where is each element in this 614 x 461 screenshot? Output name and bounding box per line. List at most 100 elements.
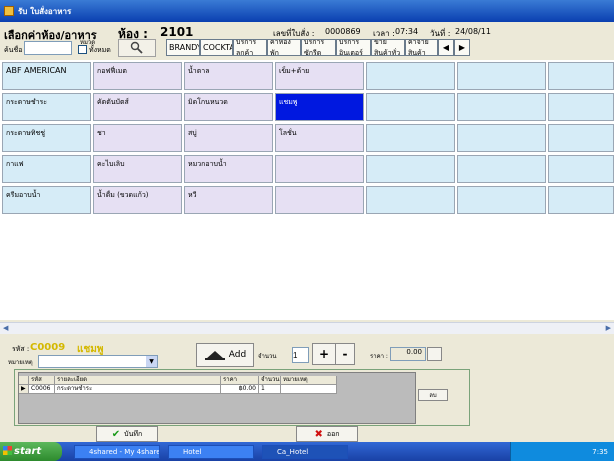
item-cell[interactable]	[366, 124, 455, 152]
item-cell-selected[interactable]: แชมพู	[275, 93, 364, 121]
item-cell[interactable]: กระดาษชำระ	[2, 93, 91, 121]
window-titlebar: รับ ใบสั่งอาหาร	[0, 0, 614, 22]
tab-goods-expense[interactable]: ค่าจ่ายสินค้า	[405, 39, 438, 56]
room-number: 2101	[160, 25, 194, 39]
tab-cocktail[interactable]: COCKTA	[200, 39, 233, 56]
col-header: รหัส	[29, 376, 55, 385]
item-cell[interactable]	[548, 62, 614, 90]
save-button-label: บันทึก	[124, 429, 143, 438]
item-cell[interactable]	[457, 62, 546, 90]
search-input[interactable]	[24, 41, 72, 55]
note-select[interactable]: ▼	[38, 355, 158, 368]
all-checkbox[interactable]	[78, 45, 87, 54]
magnifier-icon	[130, 41, 143, 54]
cell-qty[interactable]: 1	[259, 385, 281, 394]
tab-scroll-right[interactable]: ▶	[454, 39, 470, 56]
order-table[interactable]: รหัส รายละเอียด ราคา จำนวน หมายเหตุ ▶ C0…	[18, 372, 416, 424]
table-row[interactable]: ▶ C0006 กระดาษชำระ ฿0.00 1	[19, 385, 337, 394]
item-cell[interactable]: กาแฟ	[2, 155, 91, 183]
tab-brandy[interactable]: BRANDY	[166, 39, 200, 56]
doc-no: 0000869	[325, 27, 361, 36]
col-header: หมายเหตุ	[281, 376, 337, 385]
taskbar-item-4shared[interactable]: 4shared - My 4share...	[74, 445, 160, 459]
system-tray: 7:35	[510, 442, 614, 461]
add-button[interactable]: Add	[196, 343, 254, 367]
item-cell[interactable]: คะไบเลิบ	[93, 155, 182, 183]
hat-icon	[204, 351, 225, 360]
item-cell[interactable]: คัตตันบัตส์	[93, 93, 182, 121]
cell-note[interactable]	[281, 385, 337, 394]
cell-code[interactable]: C0006	[29, 385, 55, 394]
code-label: รหัส :	[12, 345, 30, 353]
cancel-button[interactable]: ✖ ออก	[296, 426, 358, 442]
cancel-button-label: ออก	[326, 429, 340, 438]
item-cell[interactable]: กระดาษทิชชู่	[2, 124, 91, 152]
qty-plus-button[interactable]: +	[312, 343, 336, 365]
item-code: C0009	[30, 342, 66, 353]
col-header: ราคา	[221, 376, 259, 385]
item-cell[interactable]	[366, 93, 455, 121]
col-header: จำนวน	[259, 376, 281, 385]
qty-minus-button[interactable]: -	[335, 343, 355, 365]
item-cell[interactable]	[275, 155, 364, 183]
date-value: 24/08/11	[455, 27, 491, 36]
qty-label: จำนวน	[258, 353, 277, 360]
price-value: 0.00	[390, 347, 426, 361]
taskbar-item-hotel[interactable]: Hotel	[168, 445, 254, 459]
item-cell[interactable]: กอฟฟี่เมต	[93, 62, 182, 90]
time-value: 07:34	[395, 27, 419, 36]
cell-detail[interactable]: กระดาษชำระ	[55, 385, 221, 394]
item-cell[interactable]	[548, 124, 614, 152]
start-label: start	[14, 446, 42, 457]
row-pointer-icon: ▶	[19, 385, 29, 394]
item-cell[interactable]	[366, 62, 455, 90]
category-tabs: BRANDY COCKTA บริการลูกค้า ค่าห้องพัก บร…	[166, 39, 470, 56]
close-icon: ✖	[314, 428, 323, 440]
triangle-right-icon: ▶	[458, 43, 466, 52]
item-cell[interactable]: น้ำตาล	[184, 62, 273, 90]
item-cell[interactable]	[457, 124, 546, 152]
price-button[interactable]	[427, 347, 442, 361]
item-cell[interactable]: มิดโกนหนวด	[184, 93, 273, 121]
item-cell[interactable]	[366, 186, 455, 214]
item-cell[interactable]	[548, 93, 614, 121]
item-cell[interactable]: ครีมอาบน้ำ	[2, 186, 91, 214]
item-cell[interactable]: น้ำดื่ม (ขวดแก้ว)	[93, 186, 182, 214]
col-header: รายละเอียด	[55, 376, 221, 385]
item-cell[interactable]: หวี	[184, 186, 273, 214]
scroll-right-icon: ▶	[605, 324, 611, 332]
save-button[interactable]: ✔ บันทึก	[96, 426, 158, 442]
tab-internet[interactable]: บริการอินเตอร์	[336, 39, 371, 56]
item-cell[interactable]	[457, 93, 546, 121]
grid-scrollbar[interactable]: ◀ ▶	[0, 322, 614, 334]
item-cell[interactable]	[457, 155, 546, 183]
item-grid: ABF AMERICAN กอฟฟี่เมต น้ำตาล เข็ม+ด้าย …	[0, 60, 614, 320]
add-button-label: Add	[228, 350, 247, 360]
cell-price[interactable]: ฿0.00	[221, 385, 259, 394]
tab-scroll-left[interactable]: ◀	[438, 39, 454, 56]
tab-general-goods[interactable]: ขายสินค้าทั่ว	[371, 39, 405, 56]
item-cell[interactable]: สบู่	[184, 124, 273, 152]
qty-input[interactable]	[292, 347, 309, 363]
tab-customer-service[interactable]: บริการลูกค้า	[233, 39, 267, 56]
search-button[interactable]	[118, 39, 156, 57]
price-label: ราคา :	[370, 353, 388, 360]
all-label: ทั้งหมด	[89, 46, 111, 54]
tab-room-charge[interactable]: ค่าห้องพัก	[267, 39, 301, 56]
item-cell[interactable]: โลชั่น	[275, 124, 364, 152]
taskbar-item-ca-hotel[interactable]: Ca_Hotel	[262, 445, 348, 459]
item-cell[interactable]	[548, 155, 614, 183]
item-cell[interactable]	[548, 186, 614, 214]
row-header-blank	[19, 376, 29, 385]
item-cell[interactable]	[275, 186, 364, 214]
item-cell[interactable]	[457, 186, 546, 214]
delete-button[interactable]: ลบ	[418, 389, 448, 401]
item-cell[interactable]: เข็ม+ด้าย	[275, 62, 364, 90]
item-cell[interactable]: หมวกอาบน้ำ	[184, 155, 273, 183]
start-button[interactable]: start	[0, 442, 62, 461]
item-cell[interactable]: ABF AMERICAN	[2, 62, 91, 90]
item-cell[interactable]: ชา	[93, 124, 182, 152]
item-cell[interactable]	[366, 155, 455, 183]
tab-laundry[interactable]: บริการซักรีด	[301, 39, 336, 56]
search-label: ค้นชื่อ	[4, 46, 23, 54]
